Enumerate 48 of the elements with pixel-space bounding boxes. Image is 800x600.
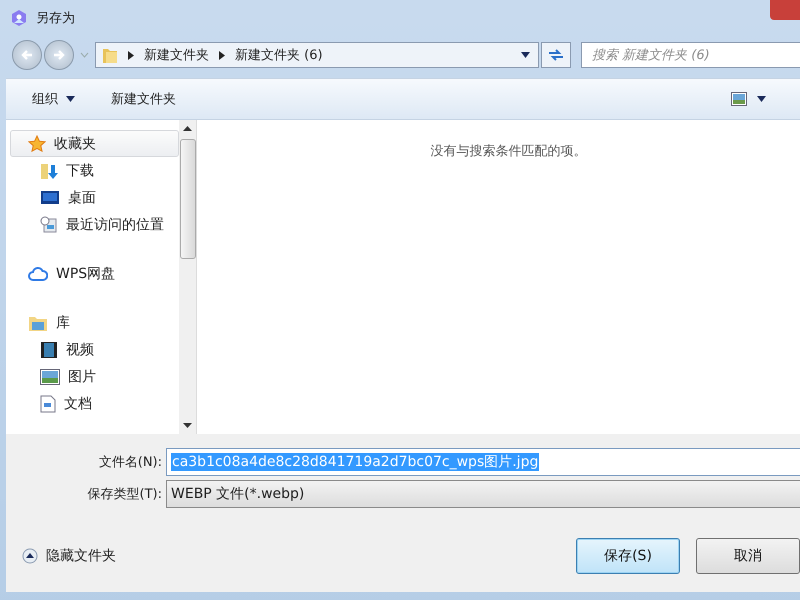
scrollbar[interactable] (179, 120, 196, 434)
document-icon (40, 394, 56, 412)
view-caret-icon[interactable] (757, 96, 766, 102)
organize-menu-button[interactable]: 组织 (32, 90, 75, 108)
sidebar-item[interactable]: 桌面 (6, 184, 179, 211)
image-icon (40, 368, 60, 384)
scroll-up-icon[interactable] (183, 126, 192, 131)
refresh-button[interactable] (541, 42, 571, 68)
folder-icon (102, 46, 118, 64)
address-bar[interactable]: 新建文件夹 新建文件夹 (6) (95, 42, 539, 68)
scroll-down-icon[interactable] (183, 423, 192, 428)
field-label: 文件名(N): (98, 454, 162, 471)
new-folder-button[interactable]: 新建文件夹 (111, 90, 176, 108)
download-folder-icon (40, 162, 58, 180)
sidebar-item[interactable]: 下载 (6, 157, 179, 184)
forward-button[interactable] (44, 40, 74, 70)
empty-message: 没有与搜索条件匹配的项。 (430, 143, 586, 160)
dialog-button[interactable]: 保存(S) (576, 538, 680, 574)
sidebar-item[interactable]: 库 (6, 309, 179, 336)
caret-icon (66, 96, 75, 102)
film-icon (40, 340, 58, 358)
file-type-dropdown[interactable]: WEBP 文件(*.webp) (166, 480, 800, 508)
back-button[interactable] (12, 40, 42, 70)
sidebar-item[interactable]: WPS网盘 (6, 260, 179, 287)
breadcrumb-arrow-icon[interactable] (128, 50, 134, 60)
monitor-icon (40, 190, 60, 206)
sidebar-item[interactable]: 视频 (6, 336, 179, 363)
cloud-icon (28, 266, 48, 282)
breadcrumb-arrow-icon[interactable] (219, 50, 225, 60)
hide-folders-toggle[interactable]: 隐藏文件夹 (22, 547, 116, 565)
refresh-icon (547, 47, 565, 63)
app-icon (10, 9, 28, 27)
sidebar-item[interactable]: 最近访问的位置 (6, 211, 179, 238)
view-icon[interactable] (731, 92, 747, 106)
back-arrow-icon (20, 48, 34, 62)
star-icon (28, 134, 46, 152)
sidebar-item[interactable]: 图片 (6, 363, 179, 390)
field-label: 保存类型(T): (86, 486, 162, 503)
breadcrumb[interactable]: 新建文件夹 (6) (235, 46, 323, 64)
recent-places-icon (40, 216, 58, 234)
dropdown-caret-icon[interactable] (521, 52, 530, 58)
sidebar-item[interactable]: 收藏夹 (10, 130, 179, 157)
window-title: 另存为 (36, 10, 75, 27)
breadcrumb[interactable]: 新建文件夹 (144, 46, 209, 64)
forward-arrow-icon (52, 48, 66, 62)
collapse-icon (22, 548, 38, 564)
dialog-button[interactable]: 取消 (696, 538, 800, 574)
sidebar-item[interactable]: 文档 (6, 390, 179, 417)
